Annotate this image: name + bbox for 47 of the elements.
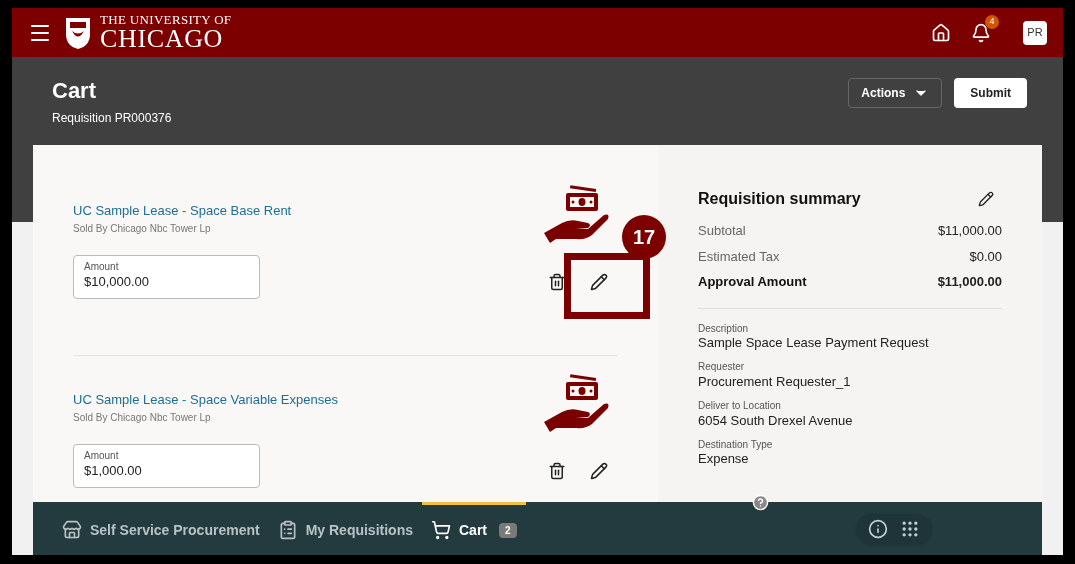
cart-count-badge: 2 xyxy=(499,522,517,538)
summary-title: Requisition summary xyxy=(698,189,861,209)
detail-value: Expense xyxy=(698,451,750,468)
amount-field[interactable]: Amount $10,000.00 xyxy=(73,255,260,299)
total-label: Subtotal xyxy=(698,222,746,240)
edit-icon[interactable] xyxy=(590,273,608,291)
detail-label: Deliver to Location xyxy=(698,400,782,413)
delete-icon[interactable] xyxy=(548,273,566,291)
total-value: $0.00 xyxy=(969,247,1002,266)
edit-icon[interactable] xyxy=(978,191,994,207)
submit-button[interactable]: Submit xyxy=(954,78,1027,108)
crest-icon xyxy=(64,15,92,50)
detail-label: Requester xyxy=(698,361,746,374)
item-title-link[interactable]: UC Sample Lease - Space Base Rent xyxy=(73,201,292,221)
requisition-number: Requisition PR000376 xyxy=(52,109,172,127)
page-title: Cart xyxy=(52,77,97,105)
total-label: Estimated Tax xyxy=(698,247,780,266)
notification-badge: 4 xyxy=(985,14,999,29)
total-value: $11,000.00 xyxy=(937,222,1002,240)
item-title-link[interactable]: UC Sample Lease - Space Variable Expenses xyxy=(73,390,338,410)
total-value: $11,000.00 xyxy=(937,273,1002,291)
logo-title: CHICAGO xyxy=(100,26,224,52)
detail-value: Sample Space Lease Payment Request xyxy=(698,335,930,352)
help-icon[interactable] xyxy=(752,494,769,511)
amount-field[interactable]: Amount $1,000.00 xyxy=(73,444,260,488)
store-icon xyxy=(62,520,82,540)
step-callout: 17 xyxy=(622,215,666,259)
nav-tab[interactable]: Cart 2 xyxy=(422,502,526,555)
notification-icon[interactable] xyxy=(971,22,991,43)
user-avatar[interactable]: PR xyxy=(1023,20,1047,45)
nav-tab[interactable]: My Requisitions xyxy=(268,502,422,555)
home-icon[interactable] xyxy=(931,22,951,43)
delete-icon[interactable] xyxy=(548,462,566,480)
total-label: Approval Amount xyxy=(698,273,807,291)
nav-tab[interactable]: Self Service Procurement xyxy=(53,502,269,555)
info-icon xyxy=(868,518,888,539)
assistant-pill[interactable] xyxy=(856,513,932,544)
seller-name: Sold By Chicago Nbc Tower Lp xyxy=(73,410,212,425)
actions-button[interactable]: Actions xyxy=(848,78,943,108)
detail-value: 6054 South Drexel Avenue xyxy=(698,412,854,429)
edit-icon[interactable] xyxy=(590,462,608,480)
seller-name: Sold By Chicago Nbc Tower Lp xyxy=(73,221,212,236)
cart-icon xyxy=(431,520,451,540)
logo-subtitle: THE UNIVERSITY OF xyxy=(100,13,232,26)
detail-label: Destination Type xyxy=(698,438,774,452)
detail-label: Description xyxy=(698,322,750,335)
detail-value: Procurement Requester_1 xyxy=(698,373,852,390)
